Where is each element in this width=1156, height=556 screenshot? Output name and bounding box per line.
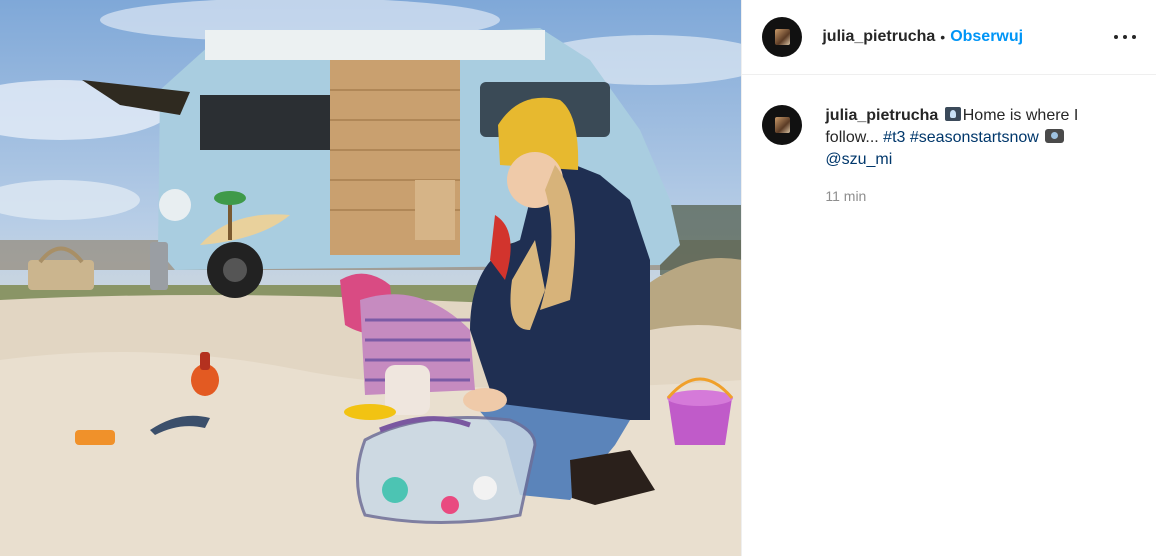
more-dot-icon: [1123, 35, 1127, 39]
instagram-post: julia_pietrucha • Obserwuj julia_pietruc…: [0, 0, 1156, 556]
caption-username[interactable]: julia_pietrucha: [825, 107, 938, 124]
post-side-panel: julia_pietrucha • Obserwuj julia_pietruc…: [741, 0, 1156, 556]
caption-body: julia_pietrucha Home is where I follow..…: [825, 105, 1115, 207]
avatar-image: [775, 29, 791, 45]
avatar-image: [775, 117, 791, 133]
beach-van-scene: [0, 0, 742, 556]
music-note-icon: [944, 107, 961, 121]
more-horizontal-icon[interactable]: [1114, 28, 1136, 46]
avatar[interactable]: [762, 105, 803, 145]
hashtag-link[interactable]: #seasonstartsnow: [910, 129, 1039, 146]
follow-button[interactable]: Obserwuj: [950, 28, 1023, 46]
separator-dot: •: [940, 29, 946, 45]
mention-link[interactable]: @szu_mi: [825, 151, 892, 168]
header-username[interactable]: julia_pietrucha: [822, 28, 935, 46]
post-timestamp[interactable]: 11 min: [825, 185, 1115, 207]
more-dot-icon: [1132, 35, 1136, 39]
hashtag-link[interactable]: #t3: [883, 129, 905, 146]
avatar[interactable]: [762, 17, 803, 57]
post-photo[interactable]: [0, 0, 742, 556]
more-dot-icon: [1114, 35, 1118, 39]
post-header: julia_pietrucha • Obserwuj: [742, 0, 1156, 75]
caption-comment: julia_pietrucha Home is where I follow..…: [742, 75, 1156, 207]
camera-icon: [1045, 129, 1065, 143]
